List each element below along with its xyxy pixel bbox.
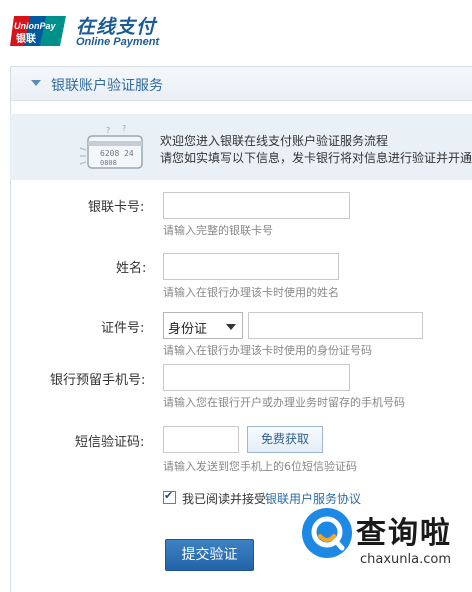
chevron-down-icon — [226, 324, 236, 330]
logo-title: 在线支付 — [76, 16, 157, 38]
bank-card-icon: 6208 24 0808 ? ? — [79, 124, 143, 169]
id-number-label: 证件号: — [101, 321, 145, 336]
badge-bottom-text: 银联 — [16, 32, 36, 45]
id-type-select[interactable]: 身份证 — [163, 312, 243, 339]
submit-button[interactable]: 提交验证 — [165, 539, 254, 571]
watermark-text: 查询啦 — [356, 516, 452, 551]
intro-banner: 6208 24 0808 ? ? 欢迎您进入银联在线支付账户验证服务流程 请您如… — [10, 114, 472, 180]
phone-label: 银行预留手机号: — [50, 373, 146, 388]
intro-line-2: 请您如实填写以下信息，发卡银行将对信息进行验证并开通服 — [160, 151, 472, 165]
agreement-text: 我已阅读并接受 — [182, 492, 267, 506]
id-number-hint: 请输入在银行办理该卡时使用的身份证号码 — [163, 344, 372, 357]
watermark-domain: chaxunla.com — [360, 552, 451, 567]
intro-line-1: 欢迎您进入银联在线支付账户验证服务流程 — [160, 134, 389, 148]
card-number-hint: 请输入完整的银联卡号 — [163, 224, 273, 237]
sms-code-input[interactable] — [163, 426, 239, 453]
unionpay-logo: UnionPay 银联 在线支付 Online Payment — [10, 12, 210, 52]
card-graphic-number: 6208 24 — [100, 149, 134, 158]
svg-text:?: ? — [106, 126, 110, 135]
panel-header[interactable]: 银联账户验证服务 — [11, 67, 472, 101]
logo-subtitle: Online Payment — [76, 36, 160, 48]
card-number-input[interactable] — [163, 192, 350, 219]
checkmark-icon: ✔ — [164, 489, 174, 502]
name-input[interactable] — [163, 253, 339, 280]
card-graphic-number-2: 0808 — [100, 159, 117, 167]
sms-code-label: 短信验证码: — [75, 435, 145, 450]
unionpay-badge-icon: UnionPay 银联 — [10, 16, 66, 46]
name-label: 姓名: — [116, 261, 147, 276]
sms-code-hint: 请输入发送到您手机上的6位短信验证码 — [163, 460, 357, 473]
svg-text:?: ? — [122, 124, 126, 133]
panel-title: 银联账户验证服务 — [51, 78, 163, 94]
get-sms-code-button[interactable]: 免费获取 — [247, 426, 323, 453]
id-number-input[interactable] — [248, 312, 423, 339]
service-agreement-link[interactable]: 银联用户服务协议 — [265, 490, 361, 507]
chaxunla-logo-icon — [302, 508, 352, 558]
chaxunla-watermark: 查询啦 chaxunla.com — [300, 506, 465, 576]
agreement-checkbox[interactable]: ✔ — [163, 489, 176, 504]
phone-input[interactable] — [163, 364, 350, 391]
phone-hint: 请输入您在银行开户或办理业务时留存的手机号码 — [163, 396, 405, 409]
id-type-value: 身份证 — [168, 322, 208, 337]
name-hint: 请输入在银行办理该卡时使用的姓名 — [163, 286, 339, 299]
card-number-label: 银联卡号: — [88, 200, 145, 215]
collapse-caret-icon[interactable] — [31, 80, 41, 86]
badge-top-text: UnionPay — [14, 21, 57, 31]
